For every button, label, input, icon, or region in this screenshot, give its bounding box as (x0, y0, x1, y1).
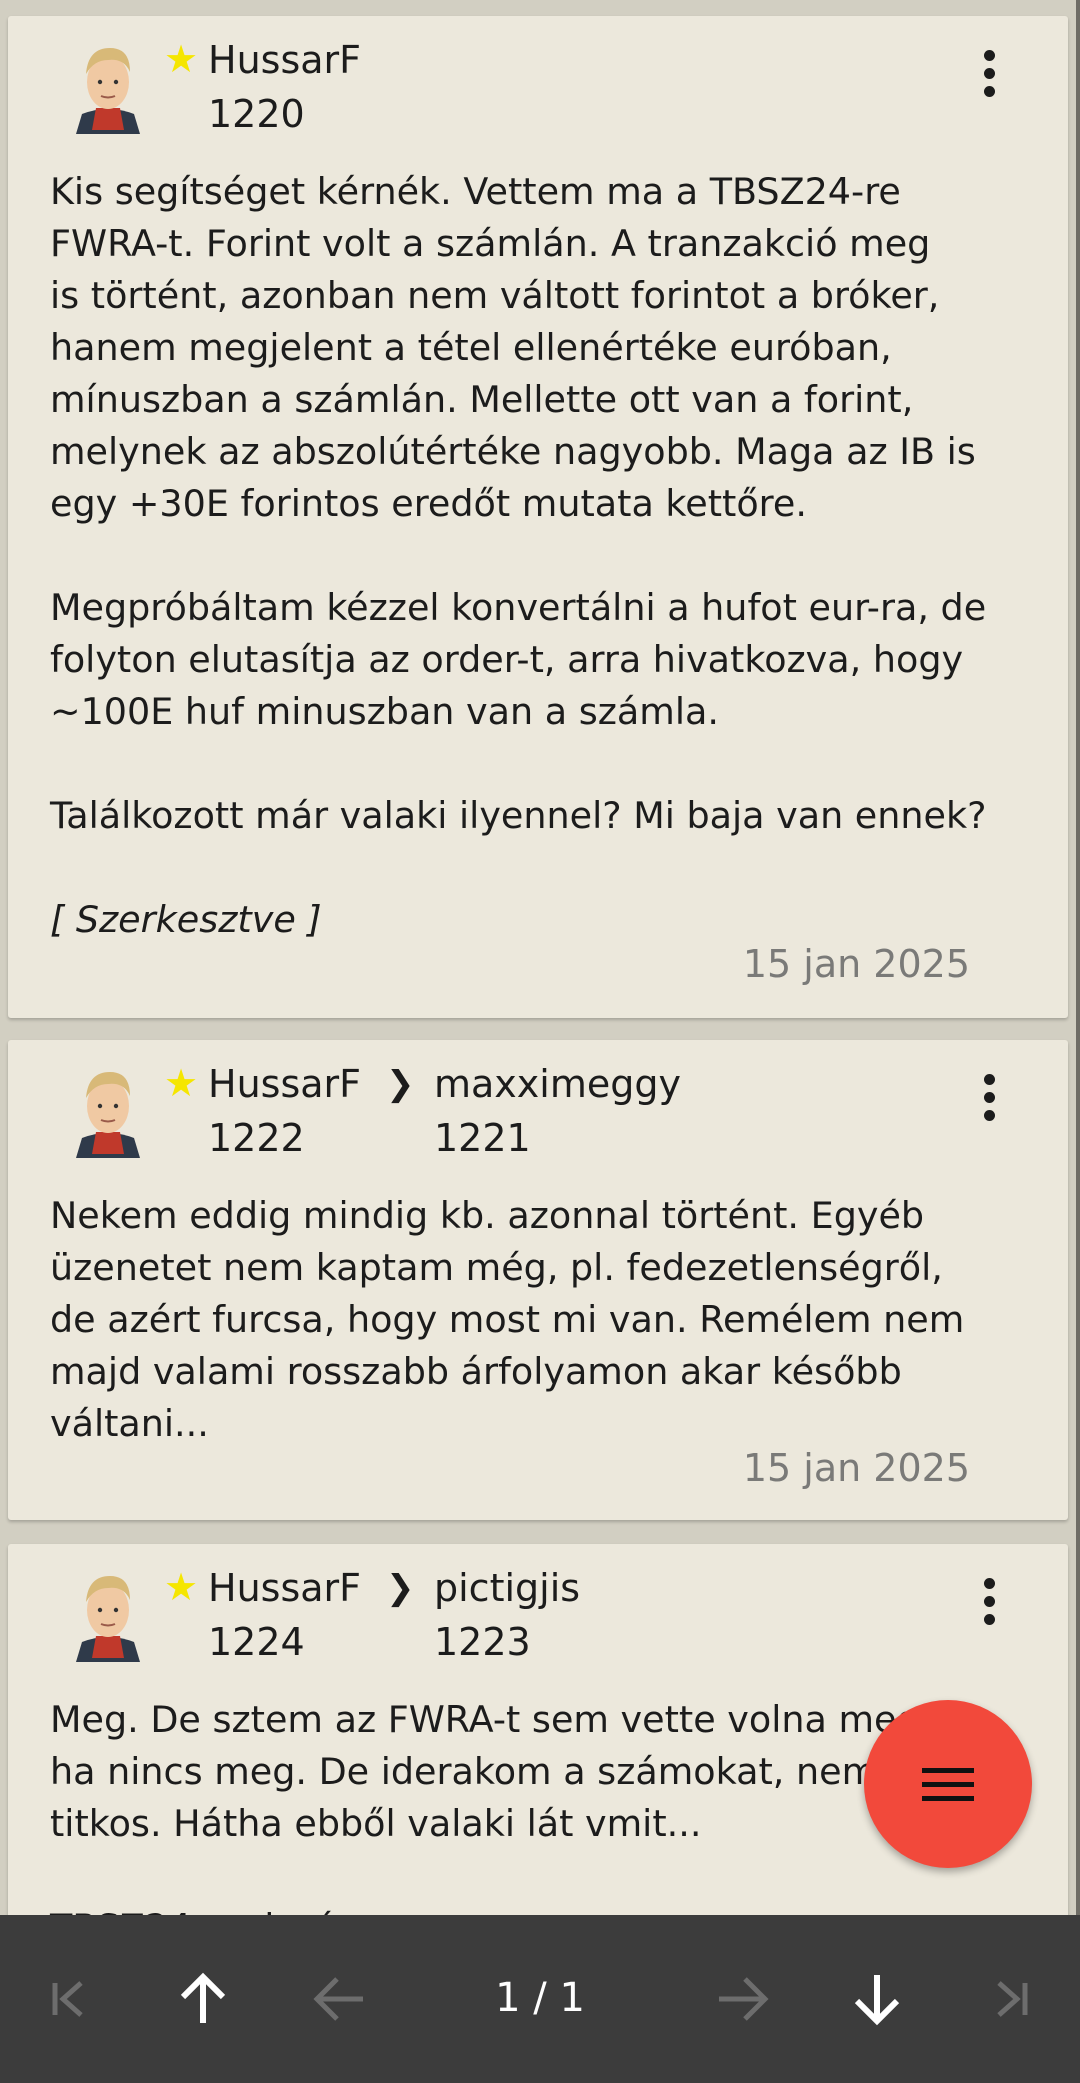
post-card: ★ HussarF 1220 Kis segítséget kérnék. Ve… (8, 16, 1068, 1018)
arrow-down-icon (854, 1975, 900, 2026)
arrow-right-icon (719, 1977, 769, 2021)
last-page-icon (997, 1981, 1028, 2017)
reply-chevron-icon: ❯ (386, 1064, 415, 1104)
scroll-top-button[interactable] (158, 1951, 248, 2047)
star-icon: ★ (164, 1061, 199, 1105)
more-options-icon[interactable] (984, 1074, 996, 1122)
post-date: 15 jan 2025 (742, 942, 970, 986)
author-name[interactable]: HussarF (208, 38, 361, 84)
arrow-up-icon (180, 1972, 226, 2023)
bottom-nav-bar: 1 / 1 (0, 1915, 1080, 2083)
post-paragraph: Megpróbáltam kézzel konvertálni a hufot … (50, 586, 987, 733)
avatar[interactable] (68, 38, 148, 134)
post-number[interactable]: 1222 (208, 1116, 305, 1162)
reply-to-name[interactable]: pictigjis (434, 1566, 580, 1612)
star-icon: ★ (164, 1565, 199, 1609)
first-page-button[interactable] (24, 1951, 114, 2047)
star-icon: ★ (164, 37, 199, 81)
avatar[interactable] (68, 1062, 148, 1158)
reply-to-number[interactable]: 1221 (434, 1116, 531, 1162)
fab-menu-button[interactable] (864, 1700, 1032, 1868)
forum-thread-screen: ★ HussarF 1220 Kis segítséget kérnék. Ve… (0, 0, 1080, 2083)
post-number[interactable]: 1224 (208, 1620, 305, 1666)
post-body: Nekem eddig mindig kb. azonnal történt. … (50, 1190, 1040, 1450)
scroll-bottom-button[interactable] (832, 1951, 922, 2047)
author-name[interactable]: HussarF (208, 1566, 361, 1612)
scrollbar[interactable] (1076, 0, 1080, 1915)
post-body: Kis segítséget kérnék. Vettem ma a TBSZ2… (50, 166, 1040, 946)
first-page-icon (52, 1981, 83, 2017)
next-page-button[interactable] (698, 1951, 788, 2047)
arrow-left-icon (313, 1977, 363, 2021)
post-number[interactable]: 1220 (208, 92, 305, 138)
author-name[interactable]: HussarF (208, 1062, 361, 1108)
more-options-icon[interactable] (984, 1578, 996, 1626)
post-date: 15 jan 2025 (742, 1446, 970, 1490)
avatar[interactable] (68, 1566, 148, 1662)
reply-chevron-icon: ❯ (386, 1568, 415, 1608)
reply-to-name[interactable]: maxximeggy (434, 1062, 681, 1108)
post-paragraph: Találkozott már valaki ilyennel? Mi baja… (50, 794, 987, 837)
edited-label: [ Szerkesztve ] (50, 898, 322, 941)
post-paragraph: Nekem eddig mindig kb. azonnal történt. … (50, 1194, 965, 1445)
reply-to-number[interactable]: 1223 (434, 1620, 531, 1666)
previous-page-button[interactable] (294, 1951, 384, 2047)
post-card: ★ HussarF ❯ maxximeggy 1222 1221 Nekem e… (8, 1040, 1068, 1520)
last-page-button[interactable] (966, 1951, 1056, 2047)
page-indicator: 1 / 1 (495, 1975, 585, 2021)
post-paragraph: Kis segítséget kérnék. Vettem ma a TBSZ2… (50, 170, 976, 525)
more-options-icon[interactable] (984, 50, 996, 98)
post-paragraph: Meg. De sztem az FWRA-t sem vette volna … (50, 1698, 932, 1845)
